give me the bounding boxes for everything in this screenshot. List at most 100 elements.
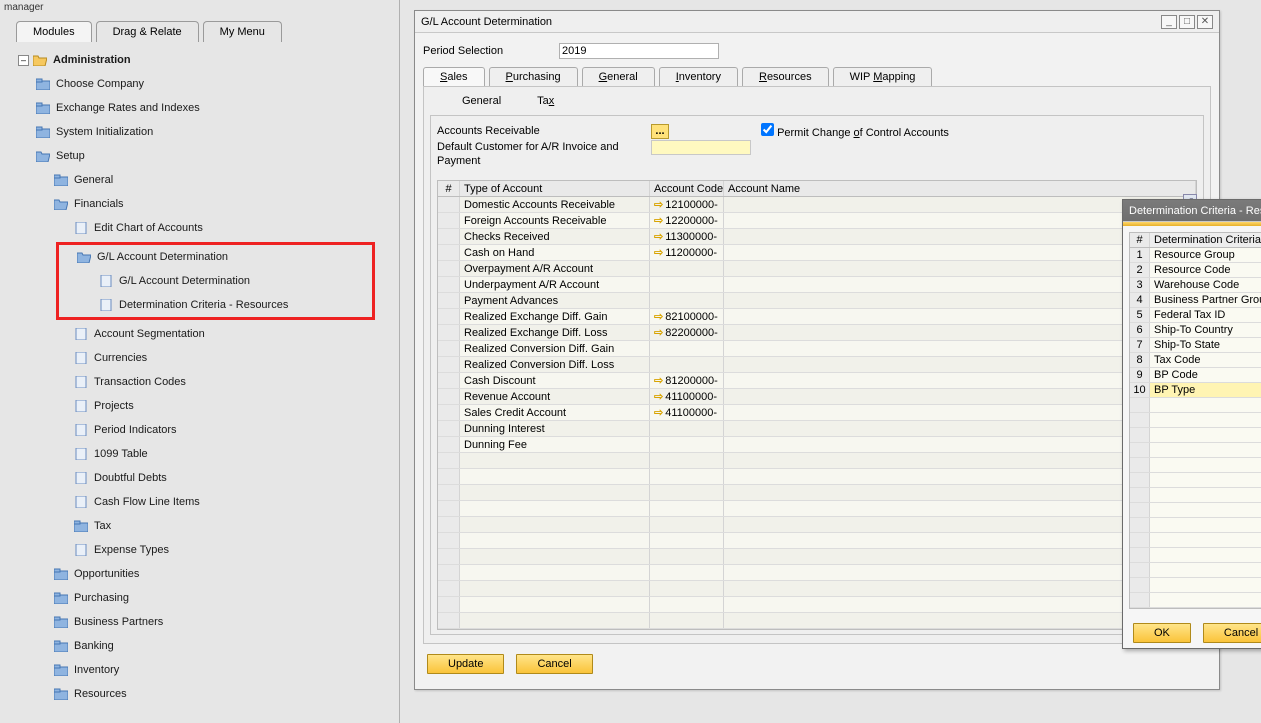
row-code[interactable]: [650, 565, 724, 580]
table-row[interactable]: [438, 613, 1196, 629]
tree-gl-determination-folder[interactable]: G/L Account Determination: [59, 245, 372, 269]
tab-purchasing[interactable]: Purchasing: [489, 67, 578, 86]
table-row[interactable]: [438, 549, 1196, 565]
criteria-row[interactable]: [1130, 398, 1261, 413]
tab-inventory[interactable]: Inventory: [659, 67, 738, 86]
criteria-header-criteria[interactable]: Determination Criteria: [1150, 233, 1261, 247]
criteria-row[interactable]: [1130, 548, 1261, 563]
row-code[interactable]: ⇨41100000-: [650, 405, 724, 420]
link-arrow-icon[interactable]: ⇨: [654, 326, 663, 339]
table-row[interactable]: [438, 453, 1196, 469]
criteria-row[interactable]: 1Resource Group: [1130, 248, 1261, 263]
criteria-row[interactable]: [1130, 443, 1261, 458]
criteria-row[interactable]: [1130, 473, 1261, 488]
tab-my-menu[interactable]: My Menu: [203, 21, 282, 42]
tree-expense-types[interactable]: Expense Types: [0, 538, 399, 562]
tab-modules[interactable]: Modules: [16, 21, 92, 42]
table-row[interactable]: Foreign Accounts Receivable⇨12200000-: [438, 213, 1196, 229]
tree-system-init[interactable]: System Initialization: [0, 120, 399, 144]
tree-choose-company[interactable]: Choose Company: [0, 72, 399, 96]
criteria-row[interactable]: 9BP Code: [1130, 368, 1261, 383]
tree-banking[interactable]: Banking: [0, 634, 399, 658]
table-row[interactable]: Payment Advances: [438, 293, 1196, 309]
tree-administration[interactable]: – Administration: [0, 48, 399, 72]
tree-account-segmentation[interactable]: Account Segmentation: [0, 322, 399, 346]
row-code[interactable]: ⇨11200000-: [650, 245, 724, 260]
criteria-row[interactable]: [1130, 458, 1261, 473]
table-row[interactable]: Underpayment A/R Account: [438, 277, 1196, 293]
tree-resources[interactable]: Resources: [0, 682, 399, 706]
table-row[interactable]: Realized Exchange Diff. Gain⇨82100000-: [438, 309, 1196, 325]
criteria-row[interactable]: [1130, 533, 1261, 548]
criteria-row[interactable]: [1130, 578, 1261, 593]
criteria-row[interactable]: 6Ship-To Country: [1130, 323, 1261, 338]
link-arrow-icon[interactable]: ⇨: [654, 390, 663, 403]
criteria-row[interactable]: [1130, 413, 1261, 428]
table-row[interactable]: Realized Exchange Diff. Loss⇨82200000-: [438, 325, 1196, 341]
row-code[interactable]: [650, 453, 724, 468]
criteria-row[interactable]: [1130, 488, 1261, 503]
minimize-icon[interactable]: _: [1161, 15, 1177, 29]
table-row[interactable]: Revenue Account⇨41100000-: [438, 389, 1196, 405]
criteria-row[interactable]: [1130, 593, 1261, 608]
row-code[interactable]: [650, 501, 724, 516]
permit-change-checkbox[interactable]: [761, 123, 774, 136]
row-code[interactable]: [650, 469, 724, 484]
link-arrow-icon[interactable]: ⇨: [654, 246, 663, 259]
criteria-header-num[interactable]: #: [1130, 233, 1150, 247]
table-row[interactable]: Overpayment A/R Account: [438, 261, 1196, 277]
row-code[interactable]: ⇨81200000-: [650, 373, 724, 388]
table-row[interactable]: [438, 485, 1196, 501]
criteria-row[interactable]: 5Federal Tax ID: [1130, 308, 1261, 323]
row-code[interactable]: [650, 549, 724, 564]
tree-setup[interactable]: Setup: [0, 144, 399, 168]
subtab-tax[interactable]: Tax: [519, 93, 572, 109]
tree-exchange-rates[interactable]: Exchange Rates and Indexes: [0, 96, 399, 120]
tree-projects[interactable]: Projects: [0, 394, 399, 418]
grid-header-name[interactable]: Account Name: [724, 181, 1196, 196]
row-code[interactable]: ⇨82200000-: [650, 325, 724, 340]
row-code[interactable]: [650, 533, 724, 548]
row-code[interactable]: ⇨12200000-: [650, 213, 724, 228]
cancel-button[interactable]: Cancel: [516, 654, 592, 674]
update-button[interactable]: Update: [427, 654, 504, 674]
row-code[interactable]: [650, 421, 724, 436]
modal-titlebar[interactable]: Determination Criteria - Resources _ □ ✕: [1123, 200, 1261, 222]
link-arrow-icon[interactable]: ⇨: [654, 406, 663, 419]
criteria-row[interactable]: 4Business Partner Group: [1130, 293, 1261, 308]
modal-ok-button[interactable]: OK: [1133, 623, 1191, 643]
row-code[interactable]: ⇨11300000-: [650, 229, 724, 244]
row-code[interactable]: [650, 437, 724, 452]
criteria-row[interactable]: 8Tax Code: [1130, 353, 1261, 368]
criteria-row[interactable]: 10BP Type: [1130, 383, 1261, 398]
criteria-row[interactable]: [1130, 428, 1261, 443]
collapse-icon[interactable]: –: [18, 55, 29, 66]
row-code[interactable]: [650, 261, 724, 276]
row-code[interactable]: [650, 277, 724, 292]
tree-period-indicators[interactable]: Period Indicators: [0, 418, 399, 442]
table-row[interactable]: Dunning Fee: [438, 437, 1196, 453]
accounts-receivable-ellipsis[interactable]: ...: [651, 124, 669, 139]
table-row[interactable]: [438, 565, 1196, 581]
row-code[interactable]: [650, 613, 724, 628]
tree-determination-criteria[interactable]: Determination Criteria - Resources: [59, 293, 372, 317]
link-arrow-icon[interactable]: ⇨: [654, 230, 663, 243]
tree-opportunities[interactable]: Opportunities: [0, 562, 399, 586]
table-row[interactable]: Cash on Hand⇨11200000-: [438, 245, 1196, 261]
criteria-row[interactable]: 7Ship-To State: [1130, 338, 1261, 353]
modal-cancel-button[interactable]: Cancel: [1203, 623, 1261, 643]
criteria-row[interactable]: [1130, 503, 1261, 518]
row-code[interactable]: [650, 597, 724, 612]
tab-general[interactable]: General: [582, 67, 655, 86]
row-code[interactable]: ⇨41100000-: [650, 389, 724, 404]
tree-edit-chart[interactable]: Edit Chart of Accounts: [0, 216, 399, 240]
table-row[interactable]: Checks Received⇨11300000-: [438, 229, 1196, 245]
period-selection-input[interactable]: [559, 43, 719, 59]
grid-header-num[interactable]: #: [438, 181, 460, 196]
row-code[interactable]: [650, 341, 724, 356]
row-code[interactable]: [650, 357, 724, 372]
table-row[interactable]: [438, 469, 1196, 485]
table-row[interactable]: [438, 533, 1196, 549]
tree-cash-flow-line-items[interactable]: Cash Flow Line Items: [0, 490, 399, 514]
maximize-icon[interactable]: □: [1179, 15, 1195, 29]
